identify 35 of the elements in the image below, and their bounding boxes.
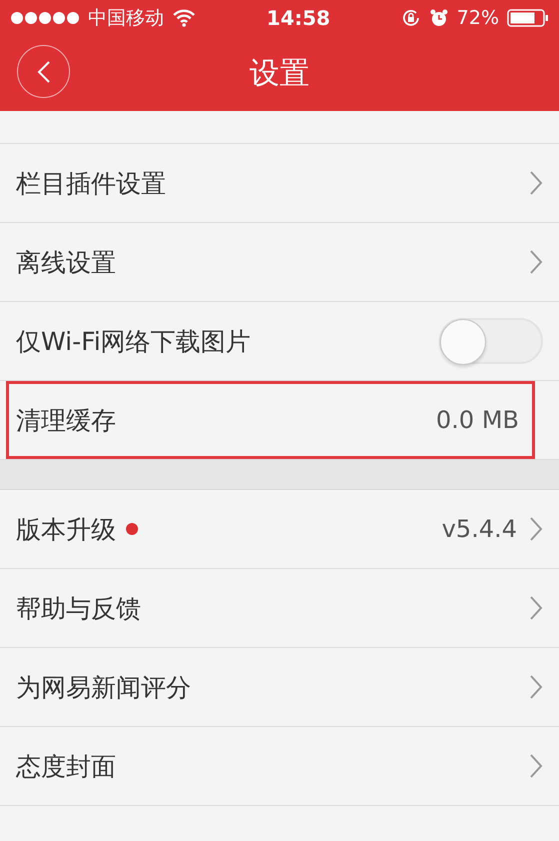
settings-row[interactable]: 版本升级 v5.4.4	[0, 490, 559, 569]
signal-icon	[10, 11, 80, 25]
row-label: 版本升级	[16, 514, 116, 546]
settings-row[interactable]: 离线设置	[0, 223, 559, 302]
back-icon	[36, 60, 50, 84]
chevron-icon	[529, 249, 543, 275]
settings-row[interactable]: 帮助与反馈	[0, 569, 559, 648]
row-label: 态度封面	[16, 750, 116, 782]
row-label: 栏目插件设置	[16, 168, 166, 200]
row-value: v5.4.4	[442, 515, 517, 543]
chevron-icon	[529, 674, 543, 700]
battery-percent: 72%	[456, 7, 499, 29]
row-label: 帮助与反馈	[16, 592, 141, 624]
settings-row[interactable]: 为网易新闻评分	[0, 648, 559, 727]
chevron-icon	[529, 170, 543, 196]
wifi-icon	[172, 9, 196, 27]
carrier-name: 中国移动	[88, 6, 164, 31]
settings-row[interactable]: 仅Wi-Fi网络下载图片	[0, 302, 559, 381]
row-label: 清理缓存	[16, 404, 116, 436]
battery-icon	[507, 8, 549, 28]
row-label: 离线设置	[16, 246, 116, 278]
row-value: 0.0 MB	[436, 406, 519, 434]
clock-time: 14:58	[266, 6, 330, 30]
settings-row[interactable]: 栏目插件设置	[0, 144, 559, 223]
row-label: 仅Wi-Fi网络下载图片	[16, 326, 251, 358]
chevron-icon	[529, 516, 543, 542]
settings-row[interactable]: 态度封面	[0, 727, 559, 806]
chevron-icon	[529, 595, 543, 621]
rotation-lock-icon	[400, 8, 421, 28]
wifi-only-switch[interactable]	[439, 318, 543, 364]
page-title: 设置	[250, 55, 310, 93]
row-label: 为网易新闻评分	[16, 672, 191, 704]
alarm-clock-icon	[428, 8, 449, 28]
back-button[interactable]	[17, 45, 70, 98]
chevron-icon	[529, 753, 543, 779]
